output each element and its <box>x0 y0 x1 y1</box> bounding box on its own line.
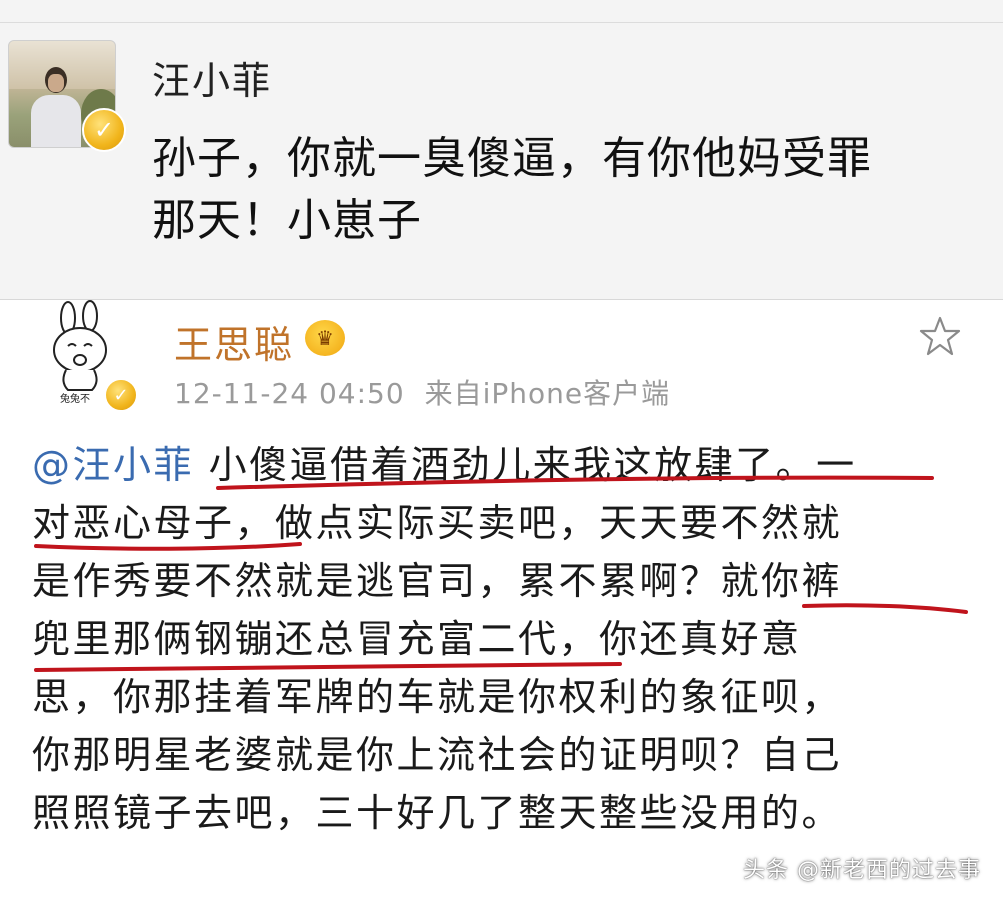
reply-line: 照照镜子去吧，三十好几了整天整些没用的。 <box>32 791 843 835</box>
reply-line: 兜里那俩钢镚还总冒充富二代，你还真好意 <box>32 617 802 661</box>
verified-badge-icon: ✓ <box>82 108 126 152</box>
crown-icon: ♛ <box>305 320 345 356</box>
quoted-post-card: ✓ 汪小菲 孙子，你就一臭傻逼，有你他妈受罪 那天！小崽子 <box>0 0 1003 300</box>
reply-line: 对恶心母子，做点实际买卖吧，天天要不然就 <box>32 501 843 545</box>
reply-line: 思，你那挂着军牌的车就是你权利的象征呗， <box>32 675 843 719</box>
post-meta: 12-11-24 04:50 来自iPhone客户端 <box>174 372 670 412</box>
reply-line: 是作秀要不然就是逃官司，累不累啊？就你裤 <box>32 559 843 603</box>
reply-line: 你那明星老婆就是你上流社会的证明呗？自己 <box>32 733 843 777</box>
mention-link[interactable]: @汪小菲 <box>32 443 194 487</box>
reply-line: @汪小菲 小傻逼借着酒劲儿来我这放肆了。一 <box>32 443 857 487</box>
timestamp[interactable]: 12-11-24 04:50 <box>174 377 405 410</box>
watermark: 头条 @新老西的过去事 <box>743 858 981 883</box>
author-name[interactable]: 汪小菲 <box>152 50 272 105</box>
verified-badge-icon: ✓ <box>104 378 138 412</box>
star-icon[interactable] <box>918 314 962 358</box>
post-text: 孙子，你就一臭傻逼，有你他妈受罪 那天！小崽子 <box>152 128 987 252</box>
divider <box>0 22 1003 23</box>
author-name[interactable]: 王思聪 <box>174 314 294 369</box>
post-text-line: 孙子，你就一臭傻逼，有你他妈受罪 <box>152 133 872 184</box>
avatar-caption: 兔兔不 <box>60 392 90 404</box>
reply-text: @汪小菲 小傻逼借着酒劲儿来我这放肆了。一 对恶心母子，做点实际买卖吧，天天要不… <box>32 436 977 842</box>
source-label[interactable]: 来自iPhone客户端 <box>425 377 671 410</box>
reply-post-card: 兔兔不 ✓ 王思聪 ♛ 12-11-24 04:50 来自iPhone客户端 @… <box>0 300 1003 902</box>
post-text-line: 那天！小崽子 <box>152 195 422 246</box>
